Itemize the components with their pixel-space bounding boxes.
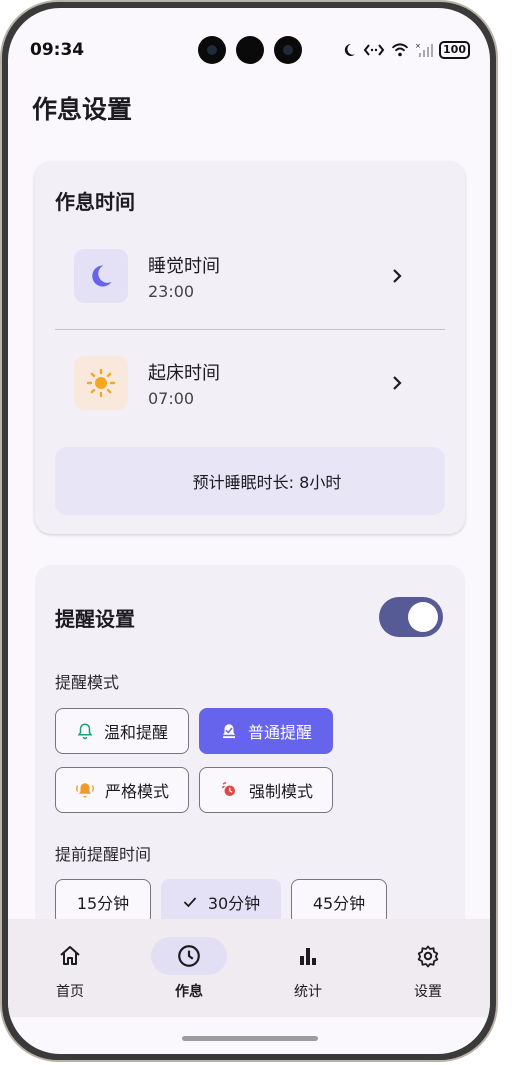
nav-stats-pill	[270, 937, 346, 975]
wake-time-value: 07:00	[148, 389, 195, 408]
sun-icon	[86, 368, 116, 398]
chevron-right-icon	[393, 269, 402, 283]
mode-gentle-chip[interactable]: 温和提醒	[55, 708, 189, 754]
advance-time-label: 提前提醒时间	[55, 845, 152, 864]
advance-45-label: 45分钟	[312, 894, 366, 913]
schedule-card-title: 作息时间	[55, 190, 135, 214]
nav-schedule-label: 作息	[175, 984, 203, 1000]
mode-gentle-label: 温和提醒	[103, 723, 168, 742]
signal-icon: ×	[415, 42, 434, 57]
nav-home-pill	[32, 937, 108, 975]
nav-schedule[interactable]: 作息	[149, 937, 229, 1007]
sun-icon-box	[74, 356, 128, 410]
status-time: 09:34	[30, 40, 85, 60]
nav-stats[interactable]: 统计	[268, 937, 348, 1007]
page-title: 作息设置	[32, 95, 133, 124]
alarm-clock-icon	[221, 781, 235, 796]
camera-lens	[274, 36, 302, 64]
crescent-moon-icon	[164, 471, 174, 491]
nav-home[interactable]: 首页	[30, 937, 110, 1007]
nav-settings-label: 设置	[414, 984, 442, 1000]
bell-check-icon	[222, 724, 235, 739]
sleep-time-row[interactable]: 睡觉时间 23:00	[55, 232, 443, 322]
svg-text:×: ×	[415, 42, 421, 50]
sleep-duration-text: 预计睡眠时长: 8小时	[192, 473, 342, 492]
camera-lens	[236, 36, 264, 64]
mode-forced-label: 强制模式	[248, 782, 313, 801]
sleep-time-label: 睡觉时间	[148, 256, 220, 277]
wake-time-row[interactable]: 起床时间 07:00	[55, 339, 443, 429]
check-icon	[183, 897, 197, 908]
status-bar: 09:34 × 100	[8, 8, 490, 66]
wake-time-label: 起床时间	[148, 363, 220, 384]
wifi-icon	[391, 43, 409, 57]
bar-chart-icon	[300, 948, 316, 965]
toggle-knob	[408, 602, 438, 632]
nfc-arrows-icon	[363, 44, 385, 56]
chevron-right-icon	[393, 376, 402, 390]
status-icons: × 100	[341, 40, 470, 60]
phone-frame: 09:34 × 100 作息设置 作息时间 睡觉时间 23:00 起床时间 07…	[0, 0, 498, 1062]
bell-ringing-icon	[76, 783, 94, 798]
schedule-card: 作息时间 睡觉时间 23:00 起床时间 07:00 预计睡眠时长: 8小时	[35, 162, 465, 534]
advance-30-label: 30分钟	[207, 894, 261, 913]
nav-stats-label: 统计	[294, 984, 322, 1000]
home-indicator[interactable]	[182, 1036, 318, 1041]
mode-normal-chip[interactable]: 普通提醒	[199, 708, 333, 754]
reminder-card-title: 提醒设置	[55, 607, 135, 631]
nav-settings[interactable]: 设置	[388, 937, 468, 1007]
reminder-mode-label: 提醒模式	[55, 673, 120, 692]
nav-home-label: 首页	[56, 984, 84, 1000]
nav-schedule-pill	[151, 937, 227, 975]
camera-lens	[198, 36, 226, 64]
reminder-toggle[interactable]	[379, 597, 443, 637]
moon-icon-box	[74, 249, 128, 303]
reminder-card: 提醒设置 提醒模式 温和提醒 普通提醒 严格模式 强制模式 提前提醒时间 15分…	[35, 565, 465, 925]
mode-strict-chip[interactable]: 严格模式	[55, 767, 189, 813]
do-not-disturb-moon-icon	[344, 43, 356, 56]
sleep-duration-summary: 预计睡眠时长: 8小时	[55, 447, 445, 515]
battery-indicator: 100	[439, 41, 470, 59]
sleep-time-value: 23:00	[148, 282, 195, 301]
home-icon	[60, 946, 80, 965]
screen: 09:34 × 100 作息设置 作息时间 睡觉时间 23:00 起床时间 07…	[8, 8, 490, 1054]
mode-strict-label: 严格模式	[104, 782, 169, 801]
advance-15-label: 15分钟	[76, 894, 130, 913]
clock-icon	[178, 945, 200, 967]
nav-settings-pill	[390, 937, 466, 975]
mode-forced-chip[interactable]: 强制模式	[199, 767, 333, 813]
gear-icon	[417, 945, 439, 968]
bell-outline-icon	[77, 723, 93, 740]
bottom-navigation: 首页 作息 统计 设置	[8, 919, 490, 1017]
divider	[55, 329, 445, 330]
moon-icon	[92, 265, 112, 287]
mode-normal-label: 普通提醒	[247, 723, 312, 742]
